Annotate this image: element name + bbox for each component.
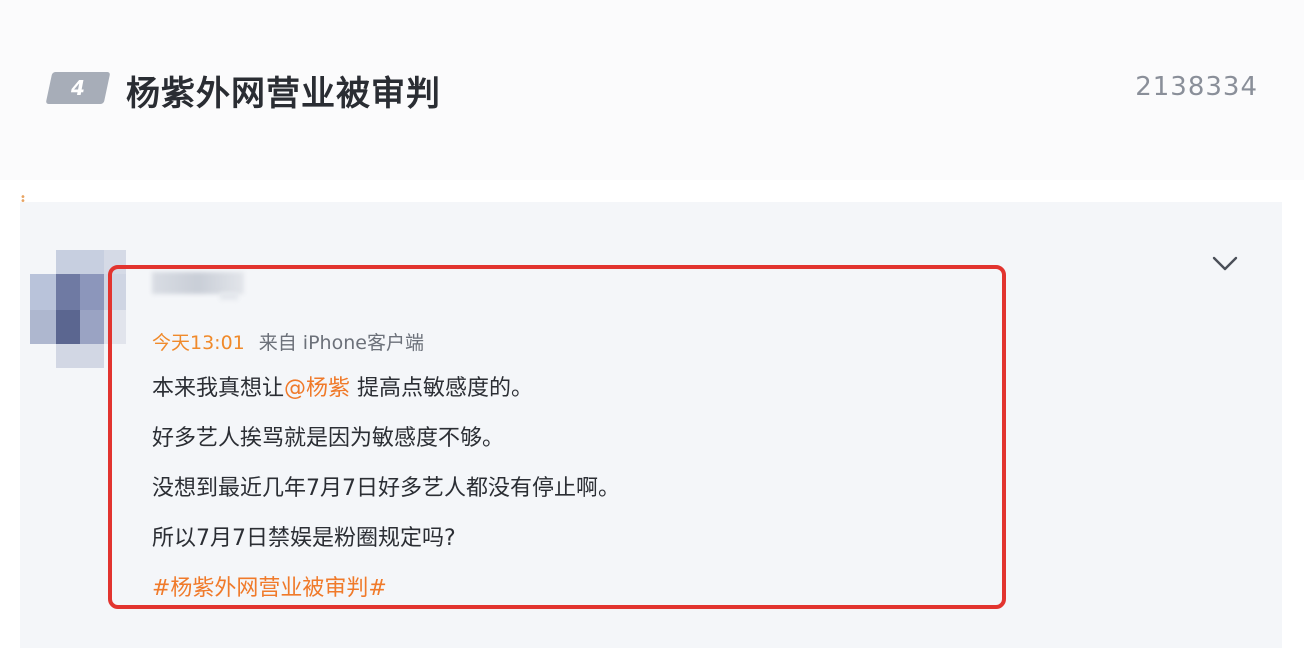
trending-topic-title[interactable]: 杨紫外网营业被审判: [126, 66, 441, 115]
highlight-annotation-box: [108, 265, 1006, 609]
rank-badge: 4: [45, 72, 111, 104]
chevron-down-icon[interactable]: [1210, 252, 1240, 276]
next-content-cutoff: [150, 630, 1050, 648]
decorative-dots: • •: [20, 192, 30, 207]
rank-number: 4: [71, 76, 85, 100]
screenshot-root: 4 杨紫外网营业被审判 2138334 • • 今天13:01来自 iPhone…: [0, 0, 1304, 648]
trending-topic-row[interactable]: 4 杨紫外网营业被审判 2138334: [0, 0, 1304, 180]
trending-heat-count: 2138334: [1135, 72, 1258, 102]
